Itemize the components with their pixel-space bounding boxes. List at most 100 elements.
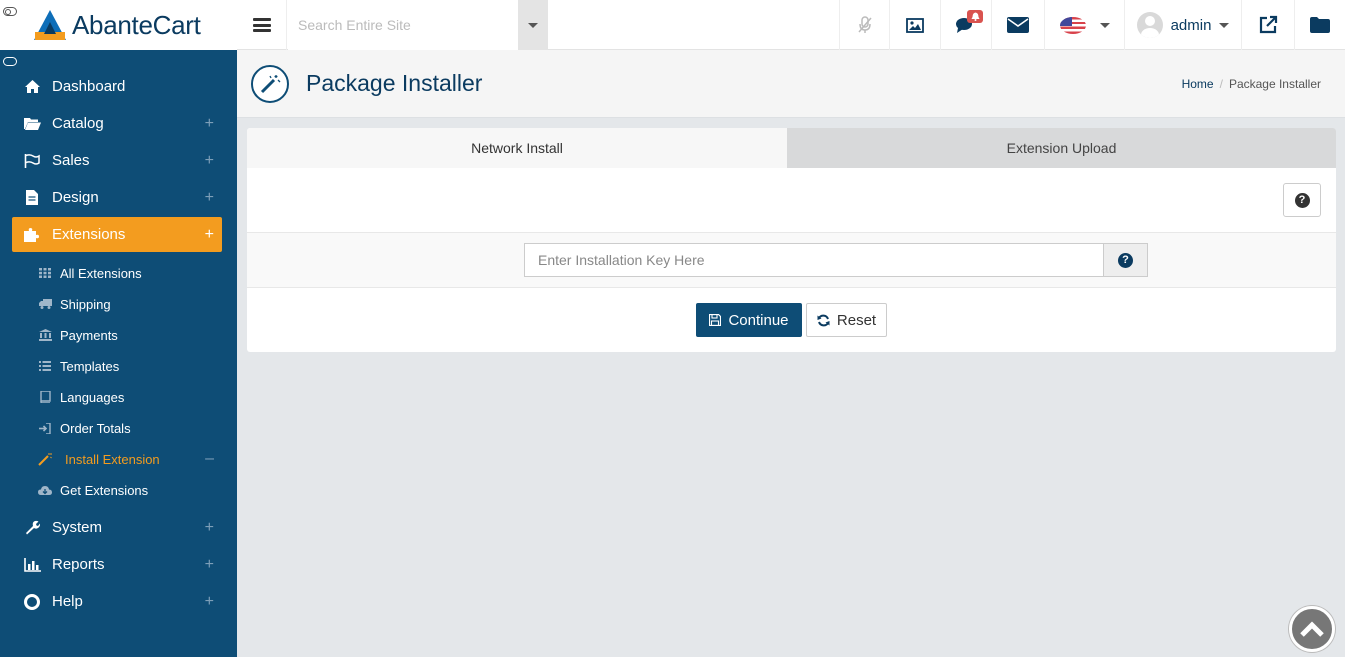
sidebar-subitem-all-extensions[interactable]: All Extensions — [38, 259, 228, 287]
continue-button[interactable]: Continue — [696, 303, 802, 337]
sidebar-subitem-label: Languages — [60, 389, 125, 405]
user-menu[interactable]: admin — [1124, 0, 1241, 50]
sidebar-item-dashboard[interactable]: Dashboard — [12, 69, 222, 104]
grid-icon — [38, 268, 52, 278]
plus-icon: + — [204, 188, 214, 206]
plus-icon: + — [204, 555, 214, 573]
folder-open-icon — [22, 117, 42, 130]
mail-button[interactable] — [991, 0, 1044, 50]
sidebar-item-sales[interactable]: Sales + — [12, 143, 222, 178]
sidebar-subitem-label: Payments — [60, 327, 118, 343]
toggle-icon[interactable] — [3, 57, 17, 66]
microphone-slash-icon — [857, 16, 872, 33]
caret-down-icon — [1219, 22, 1230, 28]
media-button[interactable] — [889, 0, 940, 50]
puzzle-icon — [22, 227, 42, 242]
plus-icon: + — [204, 592, 214, 610]
sidebar-subitem-label: All Extensions — [60, 265, 142, 281]
sidebar-subitem-templates[interactable]: Templates — [38, 352, 228, 380]
sidebar-item-label: Help — [52, 593, 83, 610]
reset-button[interactable]: Reset — [806, 303, 887, 337]
chevron-up-icon — [1300, 621, 1324, 637]
installation-key-row: ? — [247, 232, 1336, 288]
question-circle-icon: ? — [1294, 192, 1310, 208]
folder-icon — [1310, 17, 1330, 33]
sidebar-item-system[interactable]: System + — [12, 510, 222, 545]
plus-icon: + — [204, 114, 214, 132]
breadcrumb-home-link[interactable]: Home — [1182, 77, 1214, 91]
sidebar-item-design[interactable]: Design + — [12, 180, 222, 215]
sidebar-item-label: Dashboard — [52, 78, 126, 95]
sidebar-subitem-label: Install Extension — [65, 451, 160, 467]
notification-badge — [967, 10, 983, 23]
envelope-icon — [1007, 17, 1029, 33]
plus-icon: + — [204, 518, 214, 536]
image-icon — [906, 17, 924, 33]
search-dropdown-button[interactable] — [518, 0, 548, 50]
bar-chart-icon — [22, 557, 42, 572]
logo-text[interactable]: AbanteCart — [72, 10, 201, 41]
installation-key-input[interactable] — [524, 243, 1103, 277]
sidebar-item-catalog[interactable]: Catalog + — [12, 106, 222, 141]
caret-down-icon — [1099, 22, 1110, 28]
sidebar-subitem-label: Get Extensions — [60, 482, 149, 498]
us-flag-icon — [1059, 16, 1086, 34]
bank-icon — [38, 329, 52, 341]
home-icon — [22, 80, 42, 93]
sidebar-item-label: Reports — [52, 556, 105, 573]
file-manager-button[interactable] — [1294, 0, 1345, 50]
messages-button[interactable] — [940, 0, 991, 50]
continue-label: Continue — [728, 311, 789, 329]
file-icon — [22, 190, 42, 205]
hamburger-icon — [252, 18, 271, 32]
refresh-icon — [817, 314, 830, 326]
logo-area: AbanteCart — [0, 0, 237, 50]
sidebar-subitem-install-extension[interactable]: Install Extension – — [38, 445, 228, 473]
sidebar-subitem-languages[interactable]: Languages — [38, 383, 228, 411]
sidebar-subitem-shipping[interactable]: Shipping — [38, 290, 228, 318]
top-bar: AbanteCart Search Entire Site admin — [0, 0, 1345, 50]
sidebar-item-label: Catalog — [52, 115, 104, 132]
external-link-icon — [1259, 15, 1278, 34]
tab-network-install[interactable]: Network Install — [247, 128, 787, 168]
open-storefront-button[interactable] — [1241, 0, 1294, 50]
toggle-icon[interactable] — [3, 7, 17, 16]
abantecart-logo-icon[interactable] — [32, 8, 68, 42]
search-input[interactable] — [288, 0, 518, 50]
save-icon — [709, 314, 722, 326]
language-selector[interactable] — [1044, 0, 1124, 50]
list-icon — [38, 361, 52, 371]
sidebar-item-label: Extensions — [52, 226, 126, 243]
tab-extension-upload[interactable]: Extension Upload — [787, 128, 1336, 168]
sidebar-item-extensions[interactable]: Extensions + — [12, 217, 222, 252]
user-name: admin — [1170, 16, 1212, 34]
key-help-button[interactable]: ? — [1103, 243, 1148, 277]
sidebar: Dashboard Catalog + Sales + Design + Ext… — [0, 50, 237, 657]
sidebar-subitem-label: Templates — [60, 358, 120, 374]
scroll-to-top-button[interactable] — [1289, 606, 1335, 652]
page-title: Package Installer — [306, 70, 483, 96]
plus-icon: + — [204, 151, 214, 169]
sidebar-item-label: Sales — [52, 152, 90, 169]
sidebar-subitem-payments[interactable]: Payments — [38, 321, 228, 349]
breadcrumb-current: Package Installer — [1228, 77, 1321, 91]
microphone-button[interactable] — [839, 0, 889, 50]
bell-icon — [971, 12, 979, 21]
menu-toggle-button[interactable] — [237, 0, 287, 50]
sidebar-item-help[interactable]: Help + — [12, 584, 222, 619]
wrench-icon — [22, 520, 42, 535]
sidebar-item-reports[interactable]: Reports + — [12, 547, 222, 582]
sidebar-subitem-order-totals[interactable]: Order Totals — [38, 414, 228, 442]
magic-wand-icon — [251, 65, 289, 103]
sidebar-subitem-label: Order Totals — [60, 420, 131, 436]
cloud-download-icon — [38, 485, 52, 495]
minus-icon: – — [205, 450, 214, 467]
reset-label: Reset — [836, 311, 877, 329]
help-button[interactable]: ? — [1283, 183, 1321, 217]
sidebar-item-label: System — [52, 519, 103, 536]
installer-panel: Network Install Extension Upload ? ? Con… — [247, 128, 1336, 352]
flag-icon — [22, 153, 42, 168]
sidebar-subitem-get-extensions[interactable]: Get Extensions — [38, 476, 228, 504]
truck-icon — [38, 299, 52, 309]
breadcrumb-separator: / — [1219, 77, 1223, 91]
